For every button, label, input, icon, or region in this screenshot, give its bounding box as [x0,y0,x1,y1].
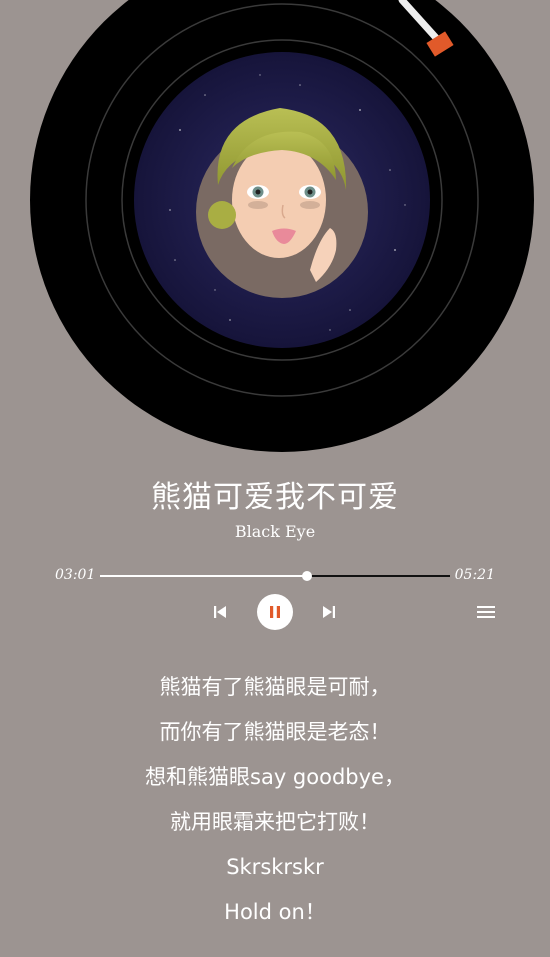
pause-icon [270,606,280,618]
skip-previous-icon [214,606,226,618]
playlist-menu-icon [477,606,495,618]
total-time: 05:21 [454,567,495,583]
progress-remaining [307,575,450,577]
playlist-menu-button[interactable] [472,598,500,626]
progress-played [100,575,307,577]
play-pause-button[interactable] [257,594,293,630]
progress-handle[interactable] [302,571,312,581]
lyric-line: Skrskrskr [226,855,324,879]
song-title: 熊猫可爱我不可爱 [151,480,399,515]
skip-next-icon [323,606,335,618]
lyric-line: 想和熊猫眼say goodbye， [145,765,405,789]
elapsed-time: 03:01 [55,567,96,583]
next-track-button[interactable] [315,598,343,626]
lyric-line: 而你有了熊猫眼是老态！ [159,720,391,744]
lyric-line: Hold on！ [224,900,326,924]
vinyl-record [30,0,534,452]
progress-bar[interactable] [100,571,450,581]
artist-name: Black Eye [234,522,316,541]
lyric-line: 熊猫有了熊猫眼是可耐， [159,675,391,699]
lyrics-panel: 熊猫有了熊猫眼是可耐， 而你有了熊猫眼是老态！ 想和熊猫眼say goodbye… [0,665,550,935]
previous-track-button[interactable] [206,598,234,626]
lyric-line: 就用眼霜来把它打败！ [170,810,380,834]
